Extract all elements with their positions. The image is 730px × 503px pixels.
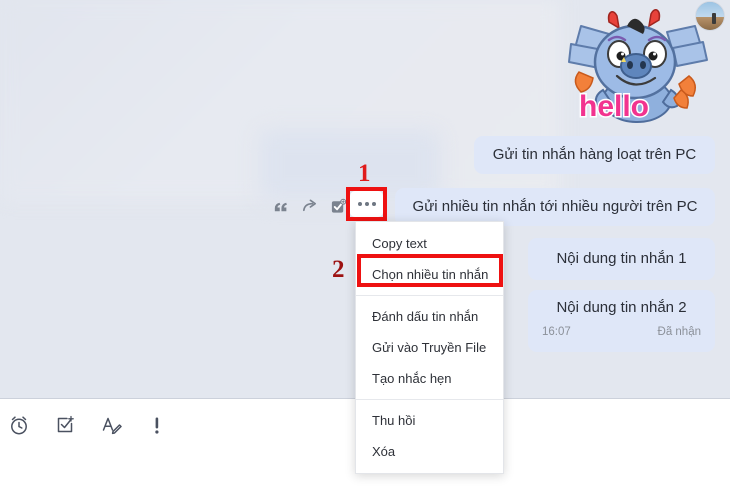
quote-icon[interactable]	[272, 198, 289, 215]
menu-divider	[356, 295, 503, 296]
menu-item-label: Chọn nhiều tin nhắn	[372, 267, 489, 282]
task-add-icon[interactable]	[54, 414, 76, 436]
user-avatar[interactable]	[695, 1, 725, 31]
message-hover-toolbar[interactable]	[272, 192, 347, 220]
menu-item-label: Thu hồi	[372, 413, 416, 428]
menu-item-tao-nhac-hen[interactable]: Tạo nhắc hẹn	[356, 363, 503, 394]
menu-item-label: Copy text	[372, 236, 427, 251]
forward-icon[interactable]	[301, 198, 318, 215]
menu-item-chon-nhieu-tin-nhan[interactable]: Chọn nhiều tin nhắn	[356, 259, 503, 290]
message-meta: 16:07 Đã nhận	[542, 326, 701, 340]
annotation-number-1: 1	[358, 160, 371, 187]
hello-dragon-sticker[interactable]: hello	[563, 4, 711, 128]
menu-item-label: Gửi vào Truyền File	[372, 340, 487, 355]
alarm-clock-icon[interactable]	[8, 414, 30, 436]
message-status: Đã nhận	[657, 326, 701, 338]
menu-item-gui-vao-truyen-file[interactable]: Gửi vào Truyền File	[356, 332, 503, 363]
menu-item-xoa[interactable]: Xóa	[356, 436, 503, 467]
menu-item-label: Tạo nhắc hẹn	[372, 371, 452, 386]
annotation-number-2: 2	[332, 256, 345, 283]
menu-item-label: Đánh dấu tin nhắn	[372, 309, 479, 324]
avatar-person	[712, 13, 717, 25]
menu-item-danh-dau-tin-nhan[interactable]: Đánh dấu tin nhắn	[356, 301, 503, 332]
message-text: Nội dung tin nhắn 1	[556, 250, 687, 267]
message-text: Gửi nhiều tin nhắn tới nhiều người trên …	[412, 198, 698, 215]
exclamation-icon[interactable]	[146, 414, 168, 436]
compose-toolbar[interactable]	[0, 404, 168, 446]
menu-item-label: Xóa	[372, 444, 396, 459]
message-text: Nội dung tin nhắn 2	[556, 299, 687, 316]
annotation-box-more-options	[346, 187, 387, 221]
menu-item-copy-text[interactable]: Copy text	[356, 228, 503, 259]
text-format-icon[interactable]	[100, 414, 122, 436]
avatar-ground	[696, 16, 724, 30]
menu-item-thu-hoi[interactable]: Thu hồi	[356, 405, 503, 436]
message-bubble[interactable]: Nội dung tin nhắn 1	[528, 238, 715, 280]
menu-divider	[356, 399, 503, 400]
message-bubble[interactable]: Nội dung tin nhắn 2 16:07 Đã nhận	[528, 290, 715, 352]
message-bubble[interactable]: Gửi tin nhắn hàng loạt trên PC	[474, 136, 715, 174]
select-checkbox-icon[interactable]	[330, 198, 347, 215]
zalo-chat-window: hello Gửi tin nhắn hàng loạt trên PC Gửi…	[0, 0, 730, 503]
message-timestamp: 16:07	[542, 326, 571, 338]
message-context-menu[interactable]: Copy text Chọn nhiều tin nhắn Đánh dấu t…	[355, 221, 504, 474]
sticker-caption: hello	[579, 90, 649, 123]
message-text: Gửi tin nhắn hàng loạt trên PC	[492, 146, 697, 163]
avatar-sky	[696, 2, 724, 17]
